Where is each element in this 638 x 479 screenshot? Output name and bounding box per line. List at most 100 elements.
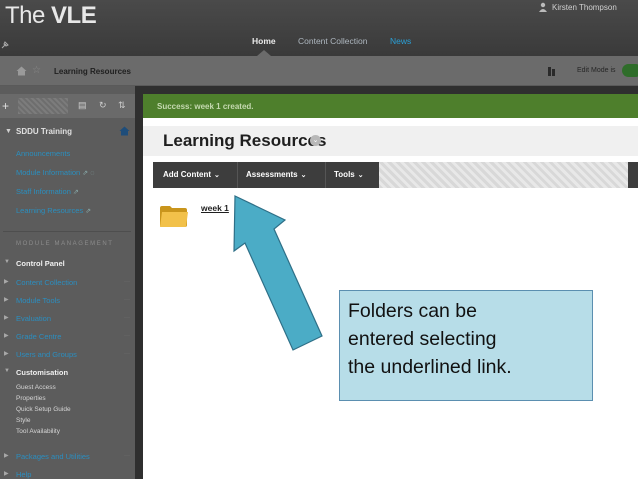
- cp-item-users-and-groups[interactable]: ▶ Users and Groups ···: [0, 345, 135, 363]
- page-header: Learning Resources ⌄: [143, 126, 638, 156]
- folder-view-icon[interactable]: ▤: [78, 100, 87, 111]
- cp-item-grade-centre[interactable]: ▶ Grade Centre ···: [0, 327, 135, 345]
- refresh-icon[interactable]: ↻: [99, 100, 107, 111]
- expand-icon: ▶: [4, 279, 9, 285]
- callout-line: Folders can be: [348, 300, 477, 322]
- cp-item-label: Module Tools: [16, 296, 61, 305]
- cp-item-help[interactable]: ▶ Help: [0, 465, 135, 479]
- success-message: Success: week 1 created.: [157, 102, 254, 111]
- cp-item-evaluation[interactable]: ▶ Evaluation ···: [0, 309, 135, 327]
- expand-icon: ▶: [4, 453, 9, 459]
- collapse-icon[interactable]: ▼: [4, 259, 10, 265]
- more-icon: ···: [124, 333, 130, 339]
- course-menu: + ▤ ↻ ⇅ ▼ SDDU Training Announcements Mo…: [0, 86, 135, 479]
- action-bar-spacer: [379, 162, 628, 188]
- sidebar-item-label: Module Information: [16, 168, 81, 177]
- breadcrumb[interactable]: Learning Resources: [54, 67, 131, 76]
- button-label: Assessments: [246, 170, 298, 179]
- cp-item-label: Packages and Utilities: [16, 452, 90, 461]
- cp-item-label: Grade Centre: [16, 332, 62, 341]
- user-menu[interactable]: Kirsten Thompson: [538, 1, 617, 13]
- chevron-down-icon: ⌄: [214, 172, 220, 179]
- sub-item-guest-access[interactable]: Guest Access: [16, 384, 56, 391]
- add-content-button[interactable]: Add Content ⌄: [163, 162, 220, 188]
- cp-item-packages-and-utilities[interactable]: ▶ Packages and Utilities ···: [0, 447, 135, 465]
- course-home-icon[interactable]: [119, 126, 130, 136]
- annotation-callout: Folders can be entered selecting the und…: [339, 290, 593, 401]
- sidebar-item-label: Staff Information: [16, 187, 71, 196]
- sub-item-tool-availability[interactable]: Tool Availability: [16, 428, 60, 435]
- control-panel-label: Control Panel: [16, 259, 65, 268]
- chevron-down-icon: ⌄: [300, 172, 307, 179]
- top-nav: Home Content Collection News: [0, 36, 638, 50]
- cp-item-content-collection[interactable]: ▶ Content Collection ···: [0, 273, 135, 291]
- action-bar: Add Content ⌄ Assessments ⌄ Tools ⌄: [153, 162, 638, 188]
- sidebar-item-module-information[interactable]: Module Information ⇗ ◌: [16, 168, 94, 177]
- more-icon: ···: [124, 315, 130, 321]
- expand-icon: ▶: [4, 351, 9, 357]
- sidebar-item-announcements[interactable]: Announcements: [16, 149, 70, 158]
- external-link-icon: ⇗: [73, 189, 79, 196]
- folder-link-week-1[interactable]: week 1: [201, 203, 229, 213]
- chevron-down-icon: ⌄: [357, 172, 364, 179]
- tab-news[interactable]: News: [390, 36, 411, 46]
- visibility-icon: ◌: [90, 170, 95, 177]
- divider: [237, 162, 238, 188]
- page-title: Learning Resources: [163, 131, 327, 150]
- sub-item-properties[interactable]: Properties: [16, 395, 46, 402]
- logo-bold: VLE: [51, 2, 97, 29]
- sidebar-item-staff-information[interactable]: Staff Information ⇗: [16, 187, 79, 196]
- cp-item-label: Customisation: [16, 368, 69, 377]
- home-icon[interactable]: [16, 66, 27, 76]
- folder-icon: [160, 206, 188, 227]
- tab-home[interactable]: Home: [252, 36, 276, 46]
- chevron-down-icon[interactable]: ⌄: [310, 135, 321, 146]
- callout-line: entered selecting: [348, 328, 497, 350]
- callout-line: the underlined link.: [348, 356, 512, 378]
- edit-mode-label: Edit Mode is: [577, 67, 616, 74]
- user-name: Kirsten Thompson: [552, 2, 617, 12]
- cp-item-customisation[interactable]: ▼ Customisation: [0, 363, 135, 381]
- button-label: Add Content: [163, 170, 211, 179]
- content-area: Success: week 1 created. Learning Resour…: [143, 94, 638, 479]
- collapse-icon[interactable]: ▼: [5, 128, 12, 135]
- sub-item-style[interactable]: Style: [16, 417, 30, 424]
- sidebar-item-learning-resources[interactable]: Learning Resources ⇗: [16, 206, 91, 215]
- menu-bars-icon[interactable]: [548, 66, 558, 76]
- edit-mode-toggle[interactable]: [622, 64, 638, 77]
- tab-content-collection[interactable]: Content Collection: [298, 36, 367, 46]
- vle-logo[interactable]: The VLE: [5, 2, 97, 30]
- control-panel-header[interactable]: ▼ Control Panel: [0, 254, 135, 272]
- more-icon: ···: [124, 351, 130, 357]
- expand-icon: ▶: [4, 471, 9, 477]
- expand-icon: ▶: [4, 333, 9, 339]
- divider: [3, 231, 131, 232]
- cp-item-label: Content Collection: [16, 278, 78, 287]
- more-icon: ···: [124, 279, 130, 285]
- expand-icon: ▶: [4, 297, 9, 303]
- assessments-button[interactable]: Assessments ⌄: [246, 162, 306, 188]
- cp-item-label: Evaluation: [16, 314, 52, 323]
- external-link-icon: ⇗: [82, 170, 89, 177]
- button-label: Tools: [334, 170, 355, 179]
- expand-icon: ▶: [4, 315, 9, 321]
- star-icon[interactable]: ☆: [32, 65, 41, 76]
- sub-item-quick-setup-guide[interactable]: Quick Setup Guide: [16, 406, 71, 413]
- section-heading: MODULE MANAGEMENT: [16, 241, 114, 247]
- menu-toolbar: + ▤ ↻ ⇅: [0, 94, 135, 118]
- top-header: The VLE Kirsten Thompson Home Content Co…: [0, 0, 638, 56]
- success-banner: Success: week 1 created.: [143, 94, 638, 118]
- cp-item-label: Users and Groups: [16, 350, 77, 359]
- reorder-icon[interactable]: ⇅: [118, 100, 126, 111]
- collapse-icon: ▼: [4, 368, 10, 374]
- more-icon: ···: [124, 453, 130, 459]
- breadcrumb-bar: ☆ Learning Resources Edit Mode is: [0, 56, 638, 86]
- add-menu-item-icon[interactable]: +: [2, 99, 9, 113]
- course-title-row[interactable]: ▼ SDDU Training: [0, 124, 135, 140]
- cp-item-label: Help: [16, 470, 32, 479]
- logo-prefix: The: [5, 2, 52, 29]
- external-link-icon: ⇗: [85, 208, 92, 215]
- cp-item-module-tools[interactable]: ▶ Module Tools ···: [0, 291, 135, 309]
- tools-button[interactable]: Tools ⌄: [334, 162, 364, 188]
- divider: [325, 162, 326, 188]
